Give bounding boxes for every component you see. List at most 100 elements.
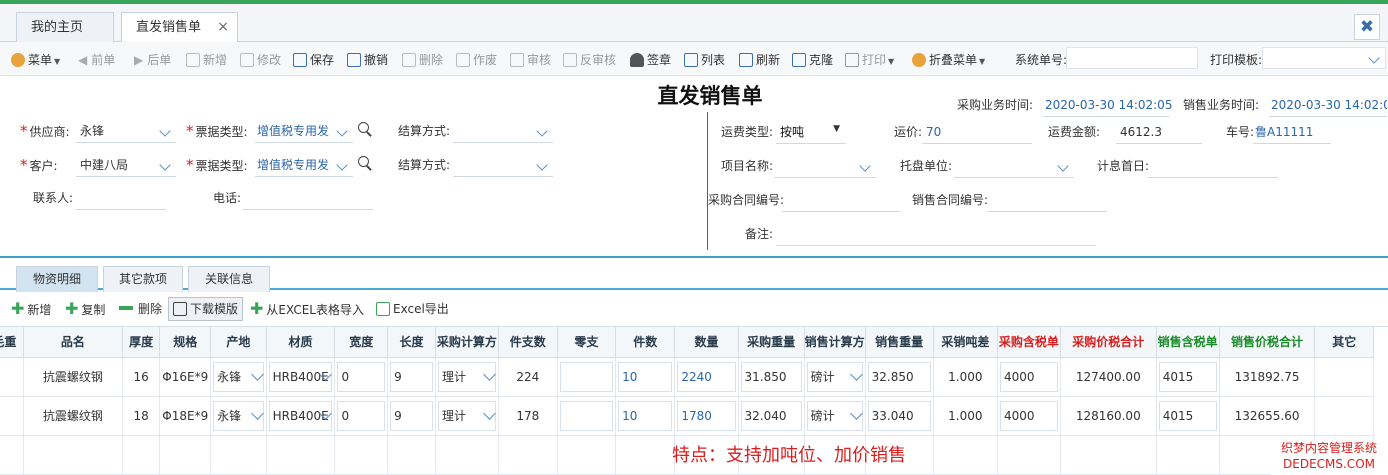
cell[interactable] [122,435,161,475]
cell[interactable]: 抗震螺纹钢 [23,396,123,436]
cell-sale-calc-select[interactable]: 磅计 [804,357,866,397]
invoice-type-select-1[interactable]: 增值税专用发 [255,119,353,143]
table-row[interactable]: 抗震螺纹钢 16 Φ16E*9 永锋 HRB400E 0 9 理计 224 10… [0,357,1374,397]
menu-button[interactable]: 菜单 ▼ [11,51,60,69]
cell-material-select[interactable]: HRB400E [266,396,336,436]
delete-button[interactable]: 删除 [402,51,443,69]
cell[interactable] [159,435,212,475]
cell-origin-select[interactable]: 永锋 [210,357,267,397]
sign-button[interactable]: 签章 [630,51,671,69]
tab-close-icon[interactable]: × [217,13,229,42]
import-excel-button[interactable]: ✚ 从EXCEL表格导入 [250,300,364,318]
cell[interactable]: 127400.00 [1060,357,1157,397]
col-header[interactable]: 品名 [23,327,123,358]
tray-select[interactable] [954,154,1074,178]
undo-button[interactable]: 撤销 [347,51,388,69]
col-header[interactable]: 采销吨差 [933,327,998,358]
col-header[interactable]: 厚度 [122,327,161,358]
cell-sale-price-input[interactable]: 4015 [1156,396,1220,436]
fold-menu-button[interactable]: 折叠菜单 ▼ [912,51,985,69]
tab-other-payments[interactable]: 其它款项 [103,266,183,292]
clone-button[interactable]: 克隆 [792,51,833,69]
cell-origin-select[interactable]: 永锋 [210,396,267,436]
cell[interactable]: 131892.75 [1219,357,1316,397]
cell[interactable] [435,435,499,475]
cell[interactable] [498,435,558,475]
unaudit-button[interactable]: 反审核 [563,51,616,69]
purchase-time-input[interactable]: 2020-03-30 14:02:05 [1043,93,1172,117]
car-no-input[interactable]: 鲁A11111 [1253,120,1331,144]
cell-loose-input[interactable] [557,357,617,397]
cell[interactable]: 抗震螺纹钢 [23,357,123,397]
supplier-select[interactable]: 永锋 [76,119,176,143]
cell[interactable] [1156,435,1220,475]
freight-amount-input[interactable]: 4612.3 [1116,120,1202,144]
freight-type-select[interactable]: 按吨 ▼ [776,120,846,144]
settle-select-2[interactable] [453,153,553,177]
cell-pieces-input[interactable]: 10 [615,357,676,397]
prev-button[interactable]: ◀ 前单 [78,51,115,69]
cell[interactable]: 1.000 [933,396,998,436]
save-button[interactable]: 保存 [293,51,334,69]
col-header[interactable]: 采购价税合计 [1060,327,1157,358]
col-header[interactable]: 销售价税合计 [1219,327,1316,358]
col-header[interactable]: 产地 [210,327,267,358]
system-no-input[interactable] [1066,47,1198,69]
cell-material-select[interactable]: HRB400E [266,357,336,397]
phone-input[interactable] [243,186,373,210]
cell[interactable] [557,435,617,475]
cell[interactable] [23,435,123,475]
contact-input[interactable] [76,186,166,210]
cell[interactable]: 16 [122,357,161,397]
invoice-type-select-2[interactable]: 增值税专用发 [255,153,353,177]
cell[interactable]: 18 [122,396,161,436]
tab-related-info[interactable]: 关联信息 [188,266,270,292]
grid-delete-button[interactable]: 删除 [119,300,162,318]
cell-quantity-input[interactable]: 2240 [674,357,739,397]
cell-sale-weight-input[interactable]: 33.040 [865,396,934,436]
cell[interactable] [266,435,336,475]
add-button[interactable]: 新增 [186,51,227,69]
cell[interactable] [210,435,267,475]
col-header[interactable]: 零支 [557,327,617,358]
col-header[interactable]: 毛重 [0,327,24,358]
tab-direct-sales[interactable]: 直发销售单 × [121,12,238,44]
grid-copy-button[interactable]: ✚ 复制 [65,300,105,318]
col-header[interactable]: 销售含税单 [1156,327,1220,358]
col-header[interactable]: 采购含税单 [997,327,1061,358]
cell[interactable] [387,435,436,475]
cell[interactable] [0,435,24,475]
table-row[interactable]: 抗震螺纹钢 18 Φ18E*9 永锋 HRB400E 0 9 理计 178 10… [0,396,1374,436]
settle-select-1[interactable] [453,119,553,143]
remark-input[interactable] [776,222,1096,246]
cell[interactable]: 178 [498,396,558,436]
search-icon[interactable] [357,121,373,137]
project-select[interactable] [774,154,876,178]
cell-quantity-input[interactable]: 1780 [674,396,739,436]
col-header[interactable]: 采购重量 [738,327,805,358]
cell[interactable]: 128160.00 [1060,396,1157,436]
cell-purchase-price-input[interactable]: 4000 [997,396,1061,436]
sale-time-input[interactable]: 2020-03-30 14:02:05 [1269,93,1387,117]
col-header[interactable]: 销售计算方 [804,327,866,358]
cell[interactable]: 224 [498,357,558,397]
customer-select[interactable]: 中建八局 [76,153,176,177]
print-template-select[interactable] [1262,47,1386,69]
col-header[interactable]: 规格 [159,327,212,358]
cell-sale-calc-select[interactable]: 磅计 [804,396,866,436]
window-close-button[interactable]: ✖ [1354,14,1380,40]
cell[interactable]: 132655.60 [1219,396,1316,436]
cell-purchase-calc-select[interactable]: 理计 [435,396,499,436]
sale-contract-input[interactable] [987,188,1107,212]
cell-width-input[interactable]: 0 [334,396,389,436]
col-header[interactable]: 长度 [387,327,436,358]
grid-add-button[interactable]: ✚ 新增 [11,300,51,318]
search-icon[interactable] [357,155,373,171]
col-header[interactable]: 采购计算方 [435,327,499,358]
cell[interactable] [334,435,389,475]
cell[interactable] [1314,357,1374,397]
cell-pieces-input[interactable]: 10 [615,396,676,436]
next-button[interactable]: ▶ 后单 [134,51,171,69]
col-header[interactable]: 销售重量 [865,327,934,358]
col-header[interactable]: 其它 [1314,327,1374,358]
